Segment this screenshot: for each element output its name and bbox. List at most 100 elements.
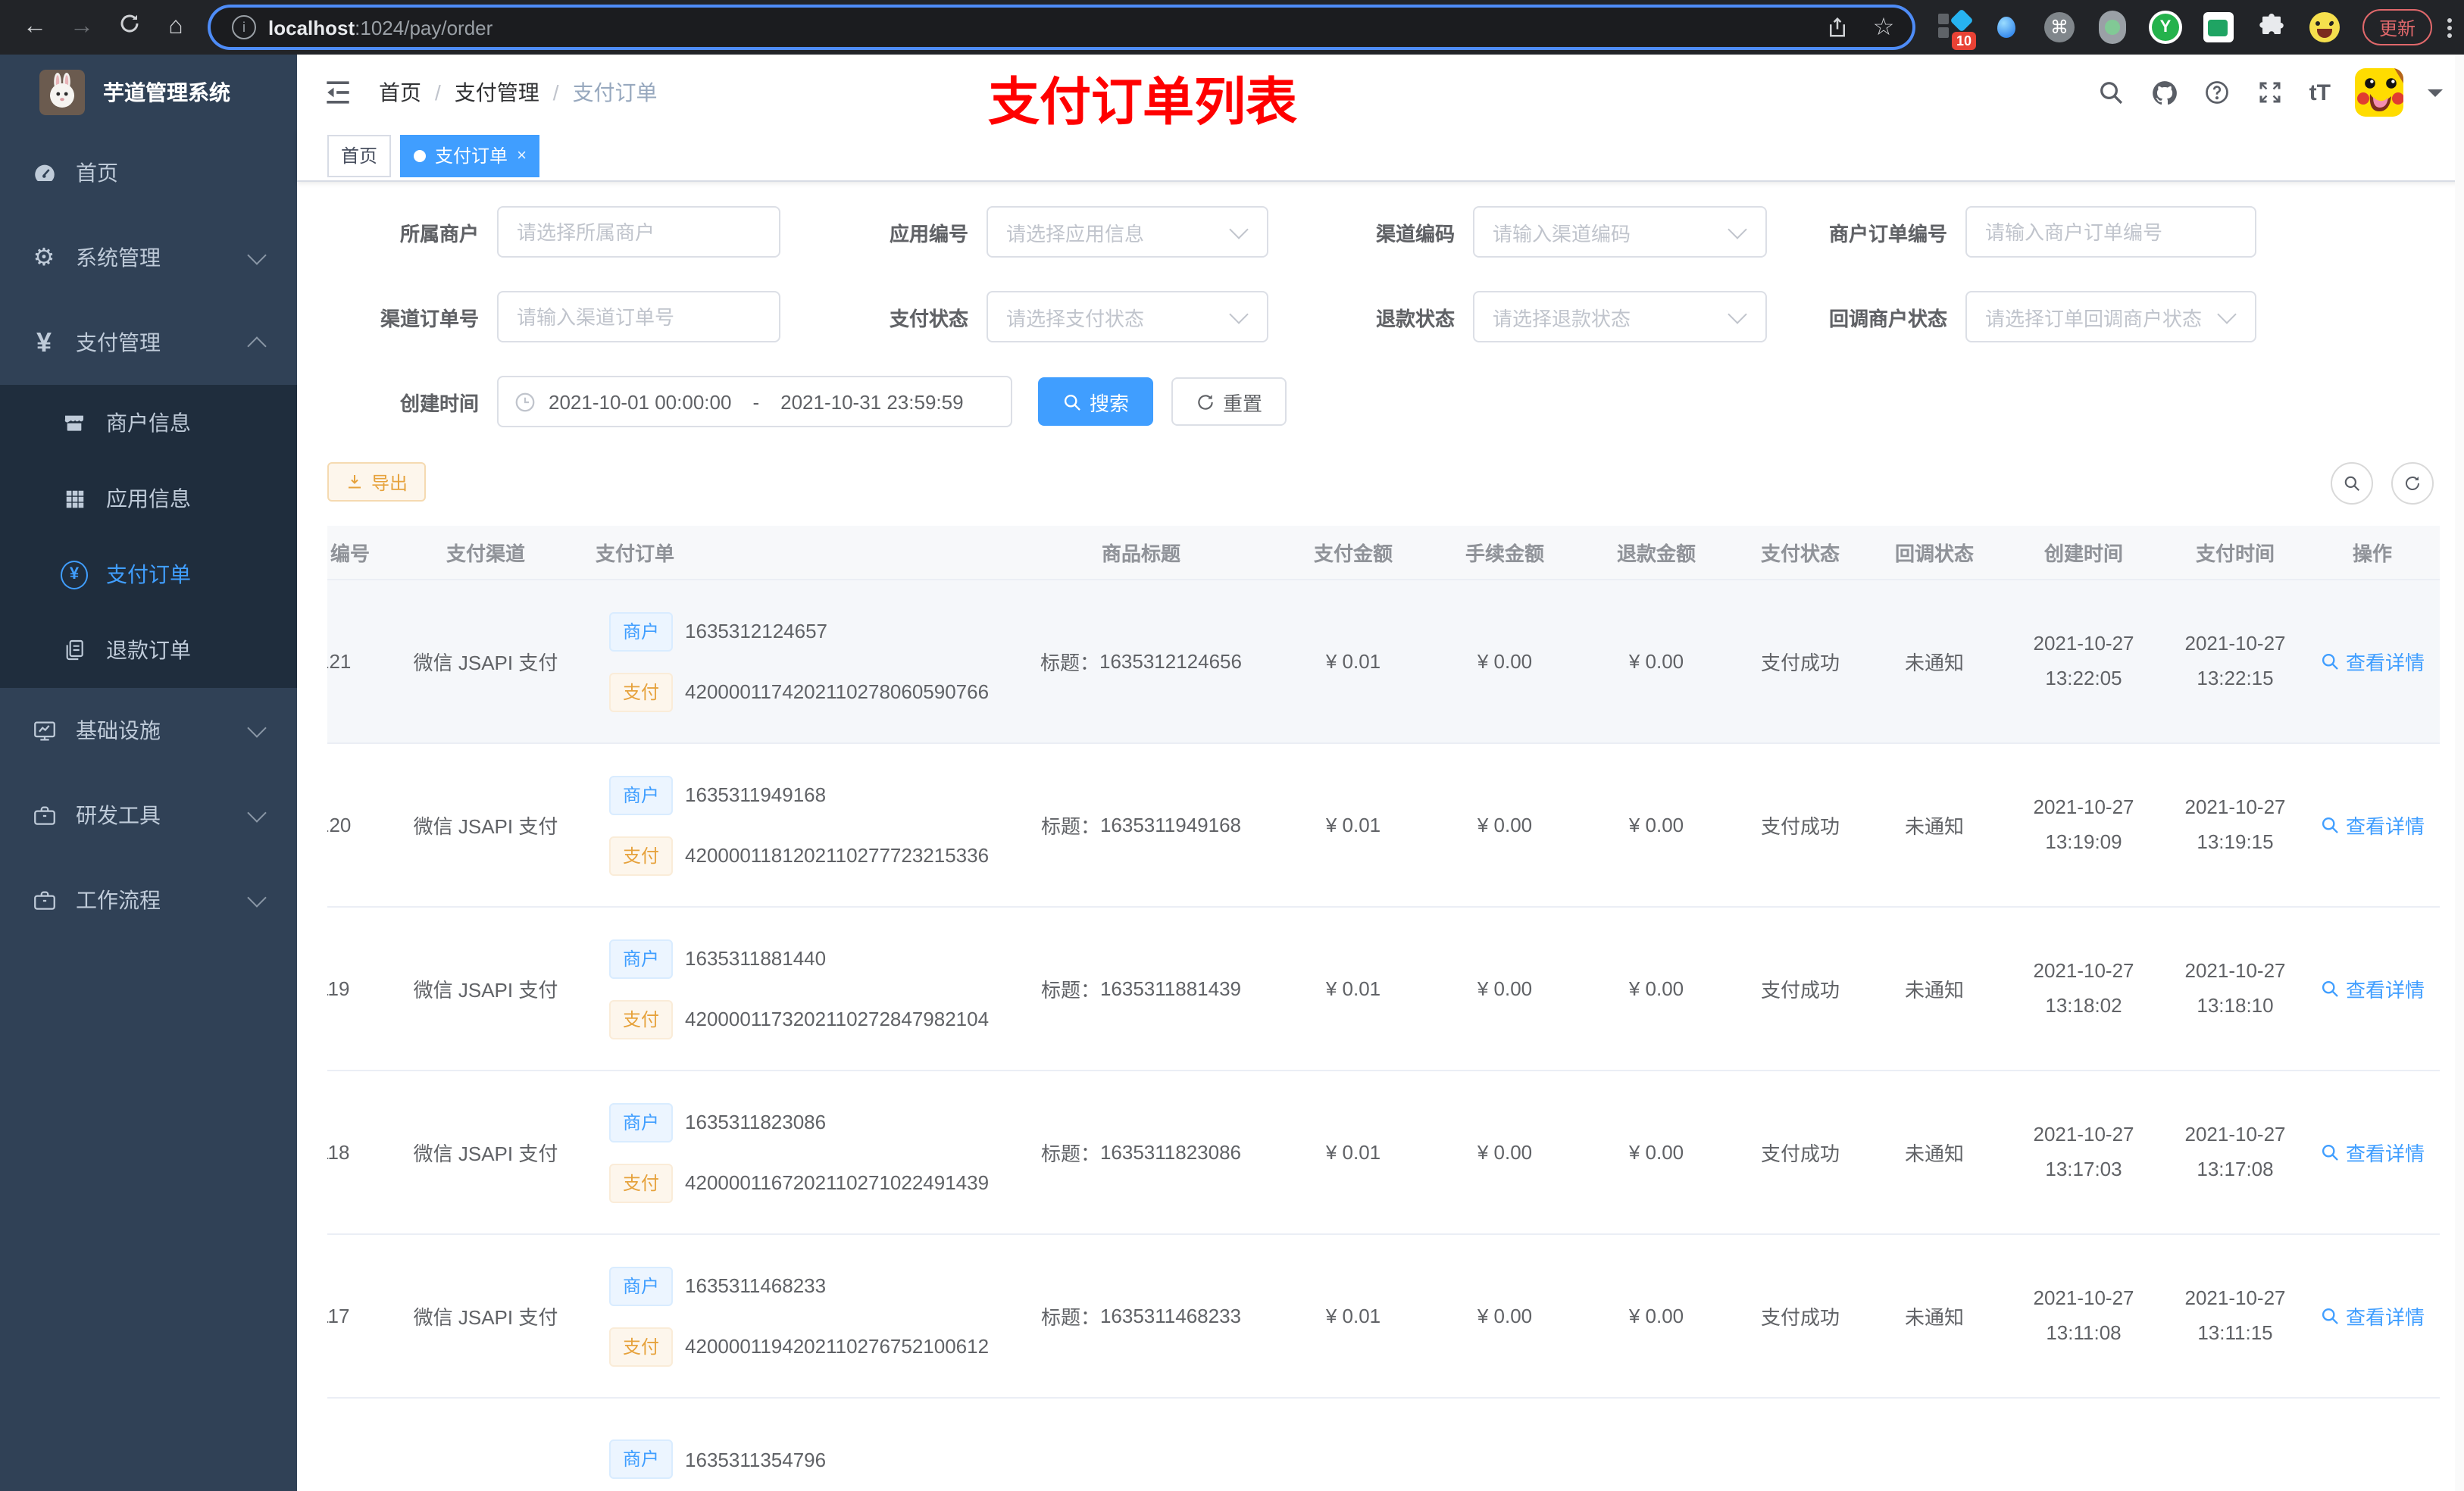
tags-view: 首页 支付订单 × (297, 130, 2464, 182)
table-row[interactable]: 117 微信 JSAPI 支付 商户1635311468233 支付420000… (327, 1235, 2440, 1399)
view-detail-link[interactable]: 查看详情 (2320, 974, 2425, 1003)
show-search-toggle-button[interactable] (2331, 462, 2373, 505)
notify-status: 未通知 (1904, 652, 1964, 674)
extensions-puzzle-icon[interactable] (2255, 9, 2288, 45)
browser-reload-icon[interactable] (112, 12, 145, 42)
sidebar-item-workflow[interactable]: 工作流程 (0, 858, 297, 942)
browser-update-button[interactable]: 更新 (2362, 9, 2432, 45)
view-detail-link[interactable]: 查看详情 (2320, 647, 2425, 676)
reset-button[interactable]: 重置 (1171, 377, 1287, 426)
pay-status: 支付成功 (1760, 1142, 1840, 1165)
top-navbar: 首页 / 支付管理 / 支付订单 支付订单列表 tT (297, 55, 2464, 132)
tag-pay-order[interactable]: 支付订单 × (400, 134, 540, 177)
sidebar-item-dev-tools[interactable]: 研发工具 (0, 773, 297, 858)
app-select[interactable]: 请选择应用信息 (987, 206, 1268, 258)
channel-code-select[interactable]: 请输入渠道编码 (1473, 206, 1767, 258)
help-icon[interactable] (2203, 78, 2232, 107)
table-header-row: 编号 支付渠道 支付订单 商品标题 支付金额 手续金额 退款金额 支付状态 回调… (327, 526, 2440, 580)
col-header-title: 商品标题 (1101, 542, 1180, 565)
table-row[interactable]: 119 微信 JSAPI 支付 商户1635311881440 支付420000… (327, 908, 2440, 1071)
briefcase-icon (30, 802, 58, 829)
browser-back-icon[interactable]: ← (18, 14, 52, 41)
sidebar-item-infrastructure[interactable]: 基础设施 (0, 688, 297, 773)
view-detail-link[interactable]: 查看详情 (2320, 1138, 2425, 1167)
breadcrumb-home[interactable]: 首页 (379, 77, 421, 108)
site-info-icon[interactable]: i (232, 15, 256, 39)
extension-recorder-icon[interactable] (2096, 9, 2129, 45)
user-avatar[interactable] (2355, 68, 2403, 117)
refund-status-select[interactable]: 请选择退款状态 (1473, 291, 1767, 342)
browser-home-icon[interactable]: ⌂ (159, 14, 192, 41)
extension-emoji-icon[interactable] (2308, 9, 2341, 45)
table-row[interactable]: 121 微信 JSAPI 支付 商户1635312124657 支付420000… (327, 580, 2440, 744)
extension-pin-icon[interactable]: 10 (1937, 8, 1976, 50)
pay-status-select[interactable]: 请选择支付状态 (987, 291, 1268, 342)
sidebar-item-home[interactable]: 首页 (0, 130, 297, 215)
table-row[interactable]: 120 微信 JSAPI 支付 商户1635311949168 支付420000… (327, 744, 2440, 908)
sidebar-item-refund-order[interactable]: 退款订单 (0, 612, 297, 688)
merchant-select[interactable] (497, 206, 780, 258)
export-button[interactable]: 导出 (327, 462, 427, 502)
merchant-tag: 商户 (609, 1102, 674, 1142)
channel-order-input[interactable] (499, 305, 779, 328)
col-header-notify-status: 回调状态 (1894, 542, 1974, 565)
bookmark-star-icon[interactable]: ☆ (1870, 14, 1897, 41)
sidebar-item-pay-order[interactable]: ¥ 支付订单 (0, 536, 297, 612)
breadcrumb-current: 支付订单 (572, 80, 658, 105)
app-logo[interactable]: 芋道管理系统 (0, 55, 297, 130)
channel-order-input-wrap[interactable] (497, 291, 780, 342)
sidebar-item-app-info[interactable]: 应用信息 (0, 461, 297, 536)
font-size-icon[interactable]: tT (2309, 80, 2331, 105)
avatar-caret-icon[interactable] (2428, 89, 2443, 104)
header-search-icon[interactable] (2097, 78, 2126, 107)
date-end: 2021-10-31 23:59:59 (780, 390, 964, 413)
extension-y-icon[interactable]: Y (2148, 9, 2182, 45)
grid-icon (61, 485, 88, 512)
extension-chat-icon[interactable] (2202, 9, 2235, 45)
github-icon[interactable] (2150, 78, 2179, 107)
tag-close-icon[interactable]: × (517, 146, 527, 164)
breadcrumb: 首页 / 支付管理 / 支付订单 (379, 77, 658, 108)
tag-home[interactable]: 首页 (327, 134, 392, 177)
merchant-input[interactable] (499, 220, 779, 243)
filter-label: 支付状态 (889, 307, 968, 330)
share-icon[interactable] (1825, 14, 1852, 41)
extension-balloon-icon[interactable] (1990, 9, 2023, 45)
yen-icon: ¥ (36, 327, 52, 357)
address-bar[interactable]: i localhost:1024/pay/order ☆ (211, 8, 1912, 47)
pay-tag: 支付 (609, 1327, 674, 1366)
merchant-order-input[interactable] (1967, 220, 2255, 243)
browser-forward-icon[interactable]: → (65, 14, 98, 41)
browser-menu-icon[interactable] (2447, 17, 2452, 37)
sidebar-collapse-icon[interactable] (321, 76, 355, 109)
refresh-table-button[interactable] (2391, 462, 2434, 505)
merchant-order-input-wrap[interactable] (1965, 206, 2256, 258)
sidebar-item-merchant-info[interactable]: 商户信息 (0, 385, 297, 461)
extension-command-icon[interactable]: ⌘ (2043, 9, 2076, 45)
browser-chrome: ← → ⌂ i localhost:1024/pay/order ☆ 10 ⌘ (0, 0, 2464, 55)
page-scrollbar[interactable] (2455, 55, 2464, 1491)
chevron-down-icon (1229, 219, 1249, 239)
breadcrumb-payment[interactable]: 支付管理 (455, 77, 539, 108)
merchant-tag: 商户 (609, 939, 674, 978)
sidebar-item-label: 首页 (76, 161, 118, 185)
sidebar-item-system[interactable]: ⚙ 系统管理 (0, 215, 297, 300)
view-detail-link[interactable]: 查看详情 (2320, 811, 2425, 839)
fullscreen-icon[interactable] (2256, 78, 2285, 107)
date-range-picker[interactable]: 2021-10-01 00:00:00 - 2021-10-31 23:59:5… (497, 376, 1012, 427)
chevron-up-icon (247, 336, 267, 356)
view-detail-link[interactable]: 查看详情 (2320, 1302, 2425, 1330)
sidebar-item-payment[interactable]: ¥ 支付管理 (0, 300, 297, 385)
table-toolbar: 导出 (327, 461, 2440, 505)
chevron-down-icon (2217, 304, 2237, 324)
sidebar-item-label: 支付管理 (76, 330, 161, 355)
sidebar-item-label: 工作流程 (76, 888, 161, 912)
search-button[interactable]: 搜索 (1038, 377, 1154, 426)
col-header-fee: 手续金额 (1465, 542, 1544, 565)
table-row[interactable]: 商户 1635311354796 (327, 1399, 2440, 1491)
sidebar-item-label: 基础设施 (76, 718, 161, 742)
table-row[interactable]: 118 微信 JSAPI 支付 商户1635311823086 支付420000… (327, 1071, 2440, 1235)
date-start: 2021-10-01 00:00:00 (549, 390, 732, 413)
notify-status-select[interactable]: 请选择订单回调商户状态 (1965, 291, 2256, 342)
pay-tag: 支付 (609, 1163, 674, 1202)
